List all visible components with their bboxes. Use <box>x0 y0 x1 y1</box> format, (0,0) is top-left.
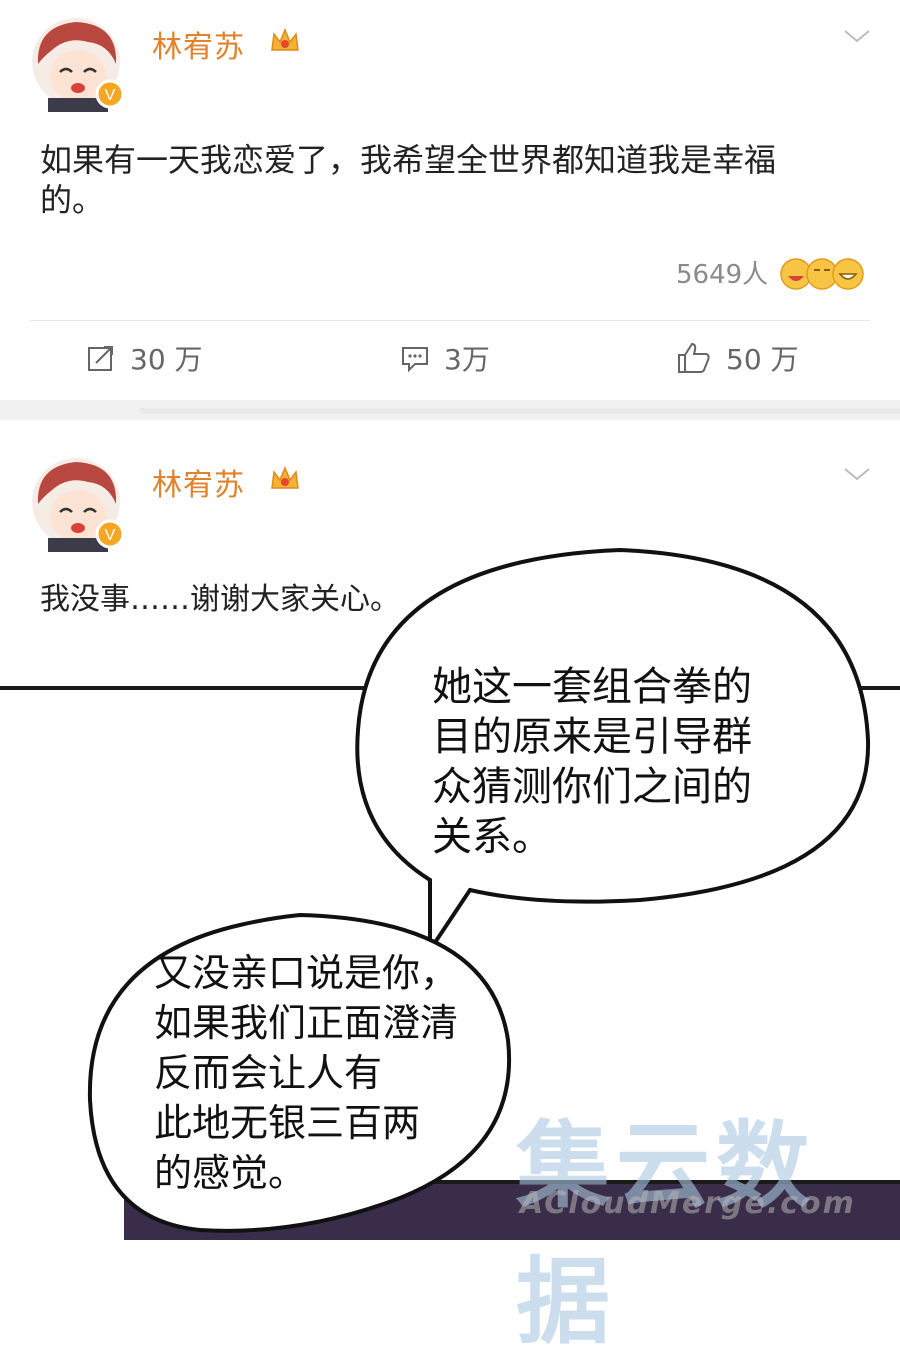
watermark: 集云数据 <box>516 1112 817 1357</box>
watermark-url: ACloudMerge.com <box>520 1186 856 1221</box>
speech-bubble-2-text: 又没亲口说是你， 如果我们正面澄清 反而会让人有 此地无银三百两 的感觉。 <box>154 951 459 1195</box>
speech-bubble-1-text: 她这一套组合拳的 目的原来是引导群 众猜测你们之间的 关系。 <box>432 664 752 860</box>
